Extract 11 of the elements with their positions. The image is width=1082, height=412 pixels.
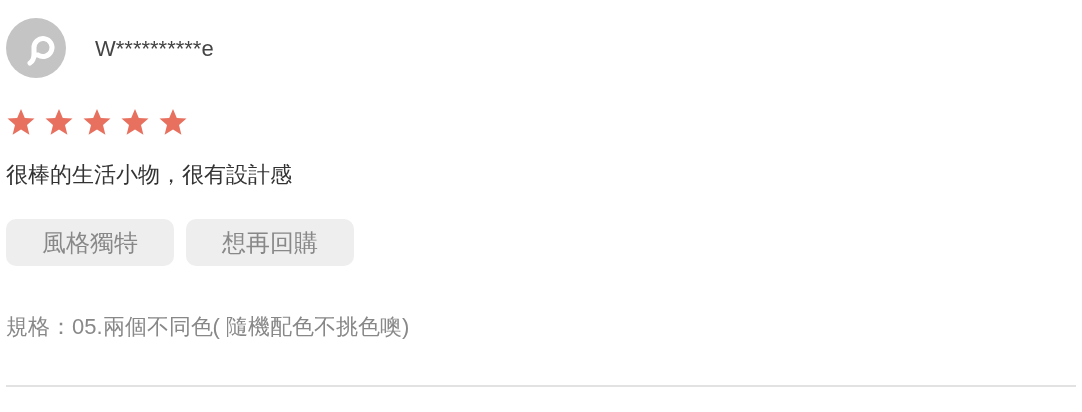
star-icon: [82, 108, 112, 136]
username: W**********e: [95, 34, 214, 63]
star-icon: [44, 108, 74, 136]
star-icon: [120, 108, 150, 136]
avatar-icon: [6, 18, 66, 78]
star-icon: [158, 108, 188, 136]
review-tag: 風格獨特: [6, 219, 174, 266]
review-tag: 想再回購: [186, 219, 354, 266]
variant-text: 規格：05.兩個不同色( 隨機配色不挑色噢): [6, 313, 411, 341]
review-text: 很棒的生活小物，很有設計感: [6, 161, 293, 189]
star-icon: [6, 108, 36, 136]
